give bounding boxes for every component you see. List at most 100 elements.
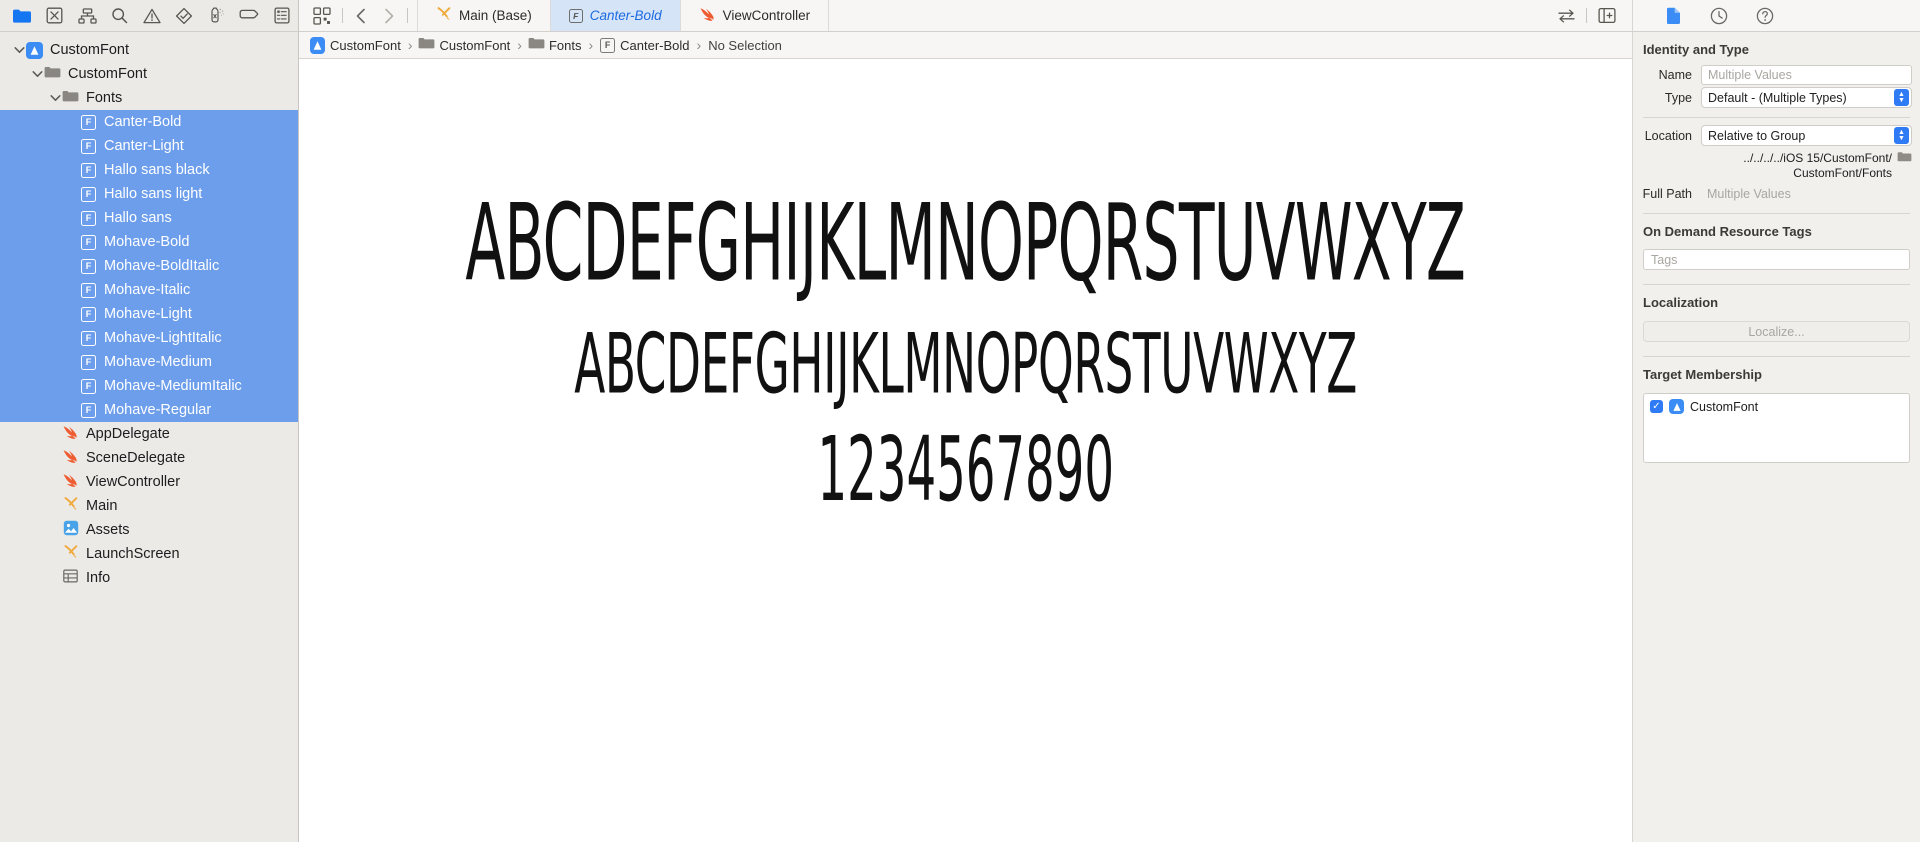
symbol-navigator-button[interactable]: [71, 3, 103, 29]
report-navigator-button[interactable]: [266, 3, 298, 29]
editor-tab-bar: Main (Base) F Canter-Bold ViewController: [417, 0, 1547, 31]
sidebar-item-assets[interactable]: Assets: [0, 518, 298, 542]
type-popup-button[interactable]: Default - (Multiple Types) ▲ ▼: [1701, 87, 1912, 108]
folder-icon: [44, 66, 61, 83]
font-file-icon: F: [81, 162, 96, 178]
font-preview-uppercase-large: ABCDEFGHIJKLMNOPQRSTUVWXYZ: [465, 181, 1466, 306]
navigate-back-button[interactable]: [348, 3, 374, 29]
top-toolbar: Main (Base) F Canter-Bold ViewController: [0, 0, 1920, 32]
sidebar-item-label: CustomFont: [50, 41, 129, 58]
tab-main-base[interactable]: Main (Base): [417, 0, 551, 31]
sidebar-item-hallo-sans-light[interactable]: F Hallo sans light: [0, 182, 298, 206]
sidebar-item-label: Mohave-Bold: [104, 233, 190, 250]
file-tree: CustomFont CustomFont Fonts F Canter-Bold F Ca…: [0, 38, 298, 590]
sidebar-item-hallo-sans[interactable]: F Hallo sans: [0, 206, 298, 230]
swap-arrows-button[interactable]: [1551, 3, 1581, 29]
project-navigator-button[interactable]: [6, 3, 38, 29]
sidebar-item-label: Hallo sans black: [104, 161, 210, 178]
target-row[interactable]: ✓ CustomFont: [1650, 399, 1903, 414]
twisty-disclosure-icon[interactable]: [12, 43, 26, 57]
sidebar-item-launchscreen[interactable]: LaunchScreen: [0, 542, 298, 566]
type-label: Type: [1664, 90, 1692, 105]
font-file-icon: F: [81, 330, 96, 346]
sidebar-item-mohave-light[interactable]: F Mohave-Light: [0, 302, 298, 326]
sidebar-item-label: Mohave-Medium: [104, 353, 212, 370]
odr-tags-field[interactable]: Tags: [1643, 249, 1910, 270]
font-file-icon: F: [81, 138, 96, 154]
location-label: Location: [1644, 128, 1692, 143]
sidebar-item-info[interactable]: Info: [0, 566, 298, 590]
sidebar-item-viewcontroller[interactable]: ViewController: [0, 470, 298, 494]
sidebar-item-appdelegate[interactable]: AppDelegate: [0, 422, 298, 446]
divider: [1643, 117, 1910, 118]
location-popup-button[interactable]: Relative to Group ▲ ▼: [1701, 125, 1912, 146]
breadcrumb-item-fonts[interactable]: Fonts: [526, 38, 585, 53]
sidebar-item-main[interactable]: Main: [0, 494, 298, 518]
breadcrumb-item-no-selection[interactable]: No Selection: [705, 38, 785, 53]
navigate-forward-button[interactable]: [376, 3, 402, 29]
editor-options-button[interactable]: [307, 3, 337, 29]
breadcrumb-separator: ›: [696, 37, 702, 53]
sidebar-item-hallo-sans-black[interactable]: F Hallo sans black: [0, 158, 298, 182]
debug-navigator-button[interactable]: [201, 3, 233, 29]
sidebar-item-scenedelegate[interactable]: SceneDelegate: [0, 446, 298, 470]
find-navigator-button[interactable]: [103, 3, 135, 29]
folder-icon: [418, 37, 435, 53]
twisty-disclosure-icon[interactable]: [30, 67, 44, 81]
test-navigator-button[interactable]: [168, 3, 200, 29]
sidebar-item-canter-light[interactable]: F Canter-Light: [0, 134, 298, 158]
sidebar-item-customfont[interactable]: CustomFont: [0, 62, 298, 86]
choose-folder-icon[interactable]: [1896, 151, 1912, 163]
breakpoint-navigator-button[interactable]: [233, 3, 265, 29]
breadcrumb-item-customfont[interactable]: CustomFont: [307, 36, 404, 54]
localize-button[interactable]: Localize...: [1643, 321, 1910, 342]
font-file-icon: F: [81, 210, 96, 226]
tab-viewcontroller[interactable]: ViewController: [681, 0, 830, 31]
sidebar-item-mohave-bold[interactable]: F Mohave-Bold: [0, 230, 298, 254]
breadcrumb-item-canter-bold[interactable]: F Canter-Bold: [597, 37, 692, 53]
full-path-value: Multiple Values: [1707, 186, 1791, 201]
odr-section-title: On Demand Resource Tags: [1643, 224, 1812, 239]
relative-path-value: ../../../../iOS 15/CustomFont/ CustomFon…: [1701, 151, 1896, 181]
project-navigator[interactable]: CustomFont CustomFont Fonts F Canter-Bold F Ca…: [0, 32, 299, 842]
sidebar-item-label: Canter-Bold: [104, 113, 182, 130]
twisty-disclosure-icon[interactable]: [48, 91, 62, 105]
sidebar-item-mohave-bolditalic[interactable]: F Mohave-BoldItalic: [0, 254, 298, 278]
font-file-icon: F: [81, 114, 96, 130]
sidebar-item-label: Canter-Light: [104, 137, 184, 154]
source-control-navigator-button[interactable]: [38, 3, 70, 29]
breadcrumb[interactable]: CustomFont › CustomFont › Fonts › F Canter-Bold…: [299, 32, 1632, 59]
sidebar-item-fonts[interactable]: Fonts: [0, 86, 298, 110]
sidebar-item-mohave-lightitalic[interactable]: F Mohave-LightItalic: [0, 326, 298, 350]
chevron-updown-icon: ▲ ▼: [1894, 127, 1909, 144]
sidebar-item-customfont[interactable]: CustomFont: [0, 38, 298, 62]
full-path-row: Full Path Multiple Values: [1633, 182, 1920, 205]
type-value: Default - (Multiple Types): [1708, 90, 1847, 105]
breadcrumb-item-customfont[interactable]: CustomFont: [416, 38, 513, 53]
sidebar-item-label: Mohave-MediumItalic: [104, 377, 242, 394]
sidebar-item-canter-bold[interactable]: F Canter-Bold: [0, 110, 298, 134]
tab-canter-bold[interactable]: F Canter-Bold: [550, 0, 681, 31]
sidebar-item-mohave-italic[interactable]: F Mohave-Italic: [0, 278, 298, 302]
sidebar-item-mohave-medium[interactable]: F Mohave-Medium: [0, 350, 298, 374]
location-row: Location Relative to Group ▲ ▼: [1633, 124, 1920, 147]
history-inspector-button[interactable]: [1707, 5, 1731, 27]
sidebar-item-label: ViewController: [86, 473, 181, 490]
target-checkbox[interactable]: ✓: [1650, 400, 1663, 413]
identity-section-title: Identity and Type: [1643, 42, 1749, 57]
sidebar-item-mohave-regular[interactable]: F Mohave-Regular: [0, 398, 298, 422]
path-line-2: CustomFont/Fonts: [1793, 166, 1892, 180]
name-field[interactable]: Multiple Values: [1701, 64, 1912, 85]
sidebar-item-mohave-mediumitalic[interactable]: F Mohave-MediumItalic: [0, 374, 298, 398]
localization-section-title: Localization: [1643, 295, 1719, 310]
issue-navigator-button[interactable]: [136, 3, 168, 29]
file-inspector-panel: Identity and Type Name Multiple Values T…: [1632, 32, 1920, 842]
file-inspector-button[interactable]: [1661, 5, 1685, 27]
quick-help-inspector-button[interactable]: [1753, 5, 1777, 27]
add-editor-button[interactable]: [1592, 3, 1622, 29]
